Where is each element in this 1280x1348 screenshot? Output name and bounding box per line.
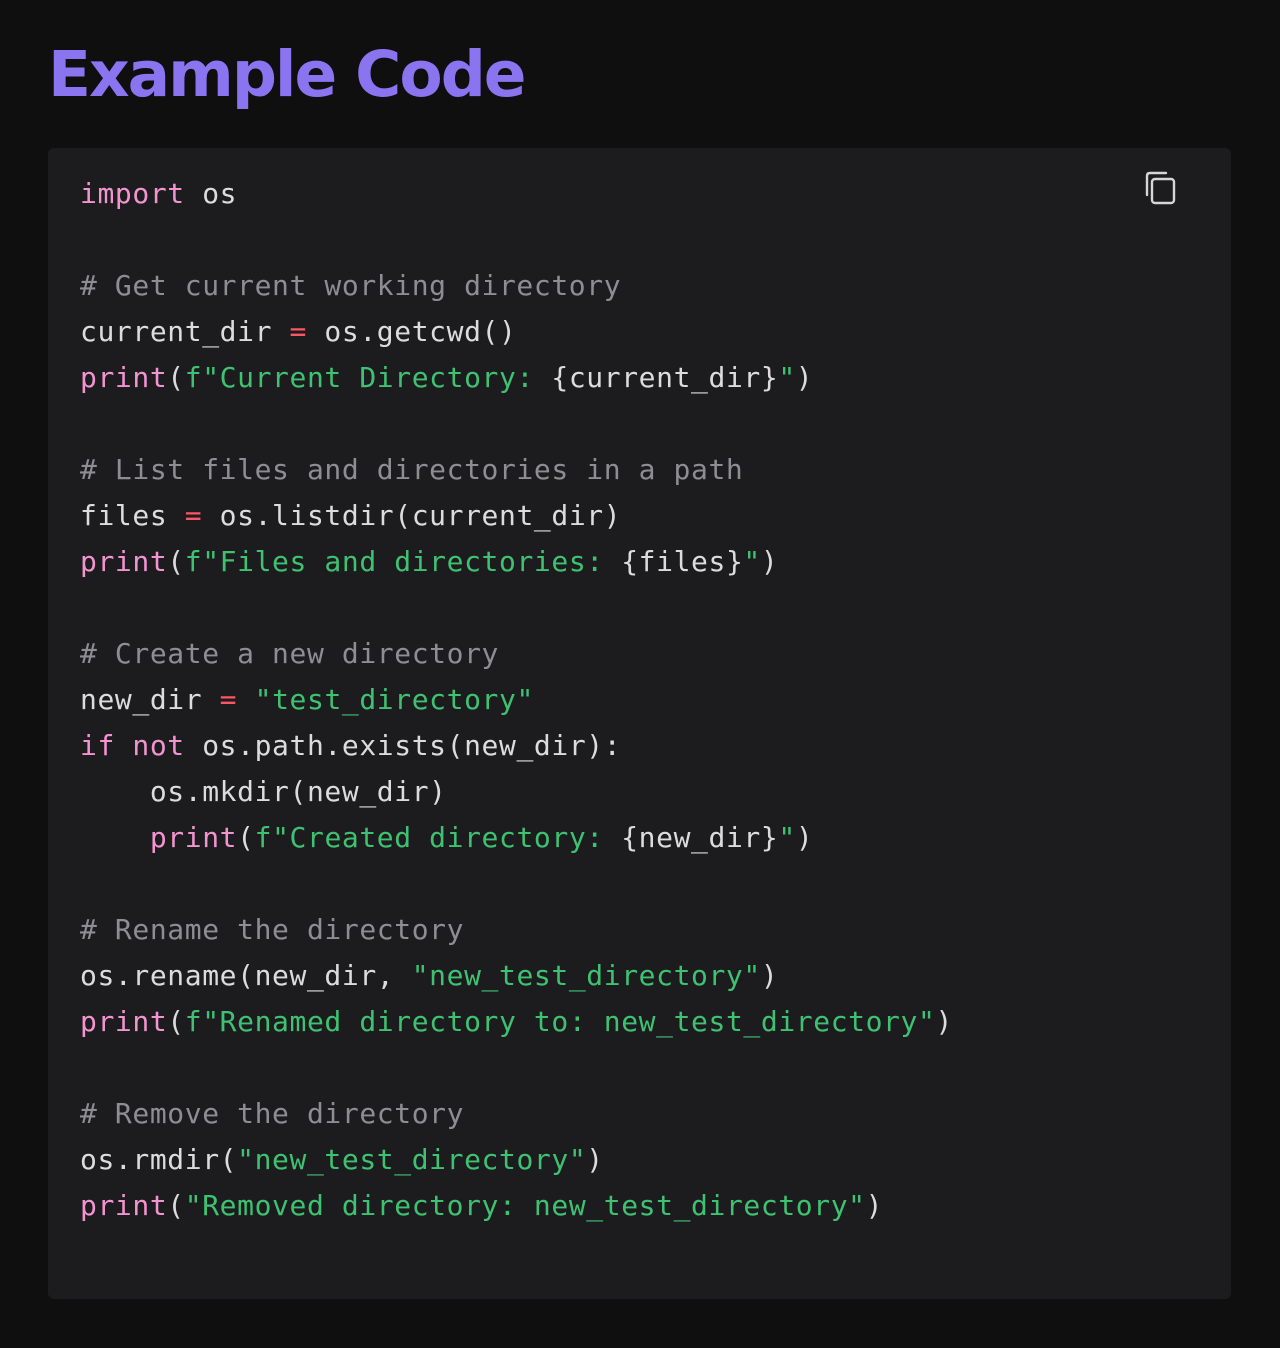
code-token-plain: files (80, 499, 185, 532)
code-line: # Get current working directory (80, 263, 953, 309)
code-token-plain: {current_dir} (551, 361, 779, 394)
code-token-plain: os.rename(new_dir, (80, 959, 412, 992)
code-token-keyword: import (80, 177, 185, 210)
code-token-plain: os.mkdir(new_dir) (80, 775, 447, 808)
code-token-plain: ) (865, 1189, 884, 1222)
code-line: print(f"Created directory: {new_dir}") (80, 815, 953, 861)
code-token-plain: os (184, 177, 238, 210)
code-token-comment: # Get current working directory (80, 269, 622, 302)
code-token-plain: os.rmdir( (80, 1143, 238, 1176)
code-line: files = os.listdir(current_dir) (80, 493, 953, 539)
code-token-plain: ) (586, 1143, 604, 1176)
code-line: print(f"Renamed directory to: new_test_d… (80, 999, 953, 1045)
code-token-plain: ( (167, 1189, 185, 1222)
code-token-plain: ) (760, 545, 779, 578)
code-token-string: " (743, 545, 761, 578)
code-token-operator: = (184, 499, 203, 532)
copy-icon (1145, 171, 1176, 205)
code-token-keyword: print (80, 545, 168, 578)
code-token-plain: ( (167, 1005, 185, 1038)
code-token-keyword: print (149, 821, 238, 854)
code-token-plain: current_dir (80, 315, 290, 348)
code-token-plain: ( (167, 545, 185, 578)
code-token-plain: ( (237, 821, 255, 854)
code-token-plain: os.path.exists(new_dir): (184, 729, 622, 762)
code-line: import os (80, 171, 953, 217)
code-token-plain: new_dir (80, 683, 220, 716)
code-token-plain: os.listdir(current_dir) (202, 499, 622, 532)
code-line: # Remove the directory (80, 1091, 953, 1137)
code-token-plain: os.getcwd() (306, 315, 517, 348)
code-block: import os # Get current working directory… (48, 148, 1231, 1299)
code-token-keyword: if (80, 729, 115, 762)
code-token-string: "Removed directory: new_test_directory" (184, 1189, 866, 1222)
code-token-string: " (778, 821, 796, 854)
code-token-plain: ) (760, 959, 779, 992)
code-token-comment: # Remove the directory (80, 1097, 465, 1130)
code-line: print(f"Current Directory: {current_dir}… (80, 355, 953, 401)
code-line: current_dir = os.getcwd() (80, 309, 953, 355)
code-line: # Rename the directory (80, 907, 953, 953)
page-title: Example Code (48, 38, 527, 111)
code-token-string: f"Files and directories: (184, 545, 622, 578)
code-line: # Create a new directory (80, 631, 953, 677)
code-line: print("Removed directory: new_test_direc… (80, 1183, 953, 1229)
code-line: if not os.path.exists(new_dir): (80, 723, 953, 769)
code-token-string: " (778, 361, 796, 394)
code-token-comment: # List files and directories in a path (80, 453, 744, 486)
code-line: # List files and directories in a path (80, 447, 953, 493)
code-token-keyword: not (132, 729, 185, 762)
code-token-keyword: print (80, 1189, 168, 1222)
code-content: import os # Get current working directory… (80, 171, 953, 1229)
code-token-operator: = (289, 315, 307, 348)
code-token-string: f"Renamed directory to: new_test_directo… (184, 1005, 936, 1038)
code-token-string: f"Created directory: (254, 821, 622, 854)
code-token-string: "new_test_directory" (411, 959, 761, 992)
code-token-string: "test_directory" (254, 683, 534, 716)
code-token-comment: # Rename the directory (80, 913, 465, 946)
code-line: new_dir = "test_directory" (80, 677, 953, 723)
code-token-comment: # Create a new directory (80, 637, 499, 670)
code-token-keyword: print (80, 1005, 168, 1038)
code-token-plain: {new_dir} (621, 821, 779, 854)
code-token-plain: ) (795, 361, 814, 394)
code-token-plain: ( (167, 361, 185, 394)
copy-button[interactable] (1139, 168, 1179, 208)
code-line: os.rmdir("new_test_directory") (80, 1137, 953, 1183)
code-token-operator: = (219, 683, 238, 716)
code-line: print(f"Files and directories: {files}") (80, 539, 953, 585)
code-token-keyword: print (80, 361, 168, 394)
code-token-plain: ) (795, 821, 814, 854)
code-line: os.mkdir(new_dir) (80, 769, 953, 815)
code-token-string: "new_test_directory" (237, 1143, 587, 1176)
code-token-plain: ) (935, 1005, 953, 1038)
code-token-plain: {files} (621, 545, 744, 578)
code-line: os.rename(new_dir, "new_test_directory") (80, 953, 953, 999)
code-token-string: f"Current Directory: (184, 361, 552, 394)
